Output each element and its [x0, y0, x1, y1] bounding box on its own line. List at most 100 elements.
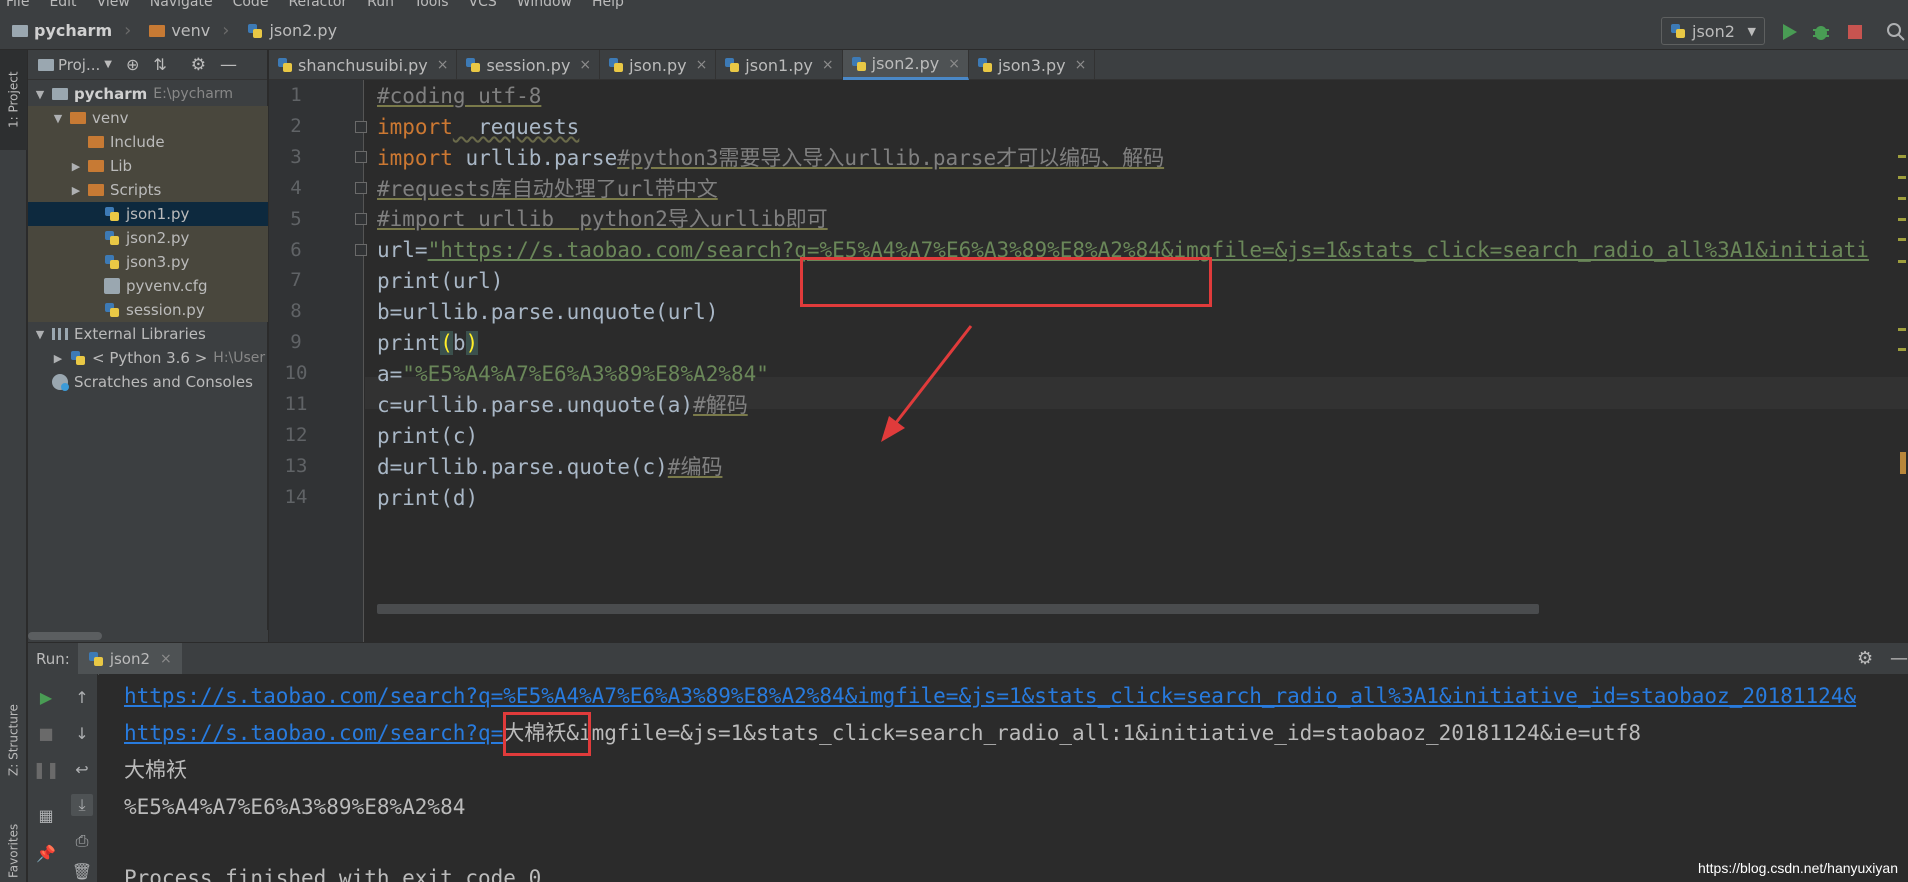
fold-marker-icon[interactable] [355, 213, 367, 225]
search-everywhere-button[interactable] [1886, 22, 1906, 42]
close-icon[interactable]: × [1075, 57, 1087, 73]
tree-item-json3[interactable]: json3.py [28, 250, 268, 274]
code-text: c=urllib.parse.unquote(a) [377, 393, 694, 417]
navigation-bar: pycharm › venv › json2.py json2 ▼ [0, 12, 1908, 50]
scroll-end-icon: ⤓ [78, 795, 86, 814]
editor-tab[interactable]: json.py × [600, 50, 717, 80]
stop-button[interactable] [1845, 22, 1865, 42]
tree-item-pyvenv[interactable]: pyvenv.cfg [28, 274, 268, 298]
wrap-icon: ↩ [75, 759, 89, 779]
run-configuration-select[interactable]: json2 ▼ [1661, 17, 1765, 45]
editor-tab[interactable]: json3.py × [969, 50, 1096, 80]
menu-item-navigate[interactable]: Navigate [150, 0, 213, 12]
layout-icon: ▦ [38, 805, 54, 825]
menu-item-tools[interactable]: Tools [414, 0, 449, 12]
breadcrumb-file[interactable]: json2.py [235, 21, 343, 40]
menu-item-refactor[interactable]: Refactor [288, 0, 347, 12]
tree-item-python-sdk[interactable]: ▶ < Python 3.6 > H:\User [28, 346, 268, 370]
tree-item-venv[interactable]: ▼ venv [28, 106, 268, 130]
gear-icon[interactable]: ⚙ [191, 55, 206, 75]
run-tab-json2[interactable]: json2 × [77, 642, 182, 675]
tree-item-external-libraries[interactable]: ▼ External Libraries [28, 322, 268, 346]
tool-tab-structure[interactable]: Z: Structure [0, 690, 27, 790]
fold-marker-icon[interactable] [355, 151, 367, 163]
console-line-2: https://s.taobao.com/search?q=大棉袄&imgfil… [124, 715, 1641, 751]
line-number: 8 [290, 300, 302, 323]
close-icon[interactable]: × [437, 57, 449, 73]
hide-icon[interactable]: — [1890, 648, 1908, 669]
editor-tab[interactable]: shanchusuibi.py × [269, 50, 458, 80]
project-panel: Proj... ▼ ⊕ ⇅ ⚙ — ▼ pycharm E:\pycharm ▼… [28, 50, 268, 642]
tree-item-label: Lib [110, 157, 133, 175]
expanded-arrow-icon: ▼ [35, 327, 45, 341]
fold-marker-icon[interactable] [355, 244, 367, 256]
pause-button[interactable]: ❚❚ [33, 758, 60, 780]
arrow-up-icon: ↑ [75, 687, 89, 707]
string-literal: "%E5%A4%A7%E6%A3%89%E8%A2%84" [402, 362, 769, 386]
collapse-all-icon[interactable]: ⇅ [153, 55, 166, 74]
editor-tab[interactable]: json2.py × [842, 50, 969, 80]
stop-button[interactable]: ■ [35, 722, 57, 744]
tree-item-scripts[interactable]: ▶ Scripts [28, 178, 268, 202]
code-line-4: #requests库自动处理了url带中文 [377, 173, 718, 205]
gear-icon[interactable]: ⚙ [1857, 648, 1873, 669]
menu-item-run[interactable]: Run [367, 0, 394, 12]
menu-item-edit[interactable]: Edit [49, 0, 76, 12]
menu-item-vcs[interactable]: VCS [469, 0, 497, 12]
close-icon[interactable]: × [822, 57, 834, 73]
print-button[interactable]: ⎙ [71, 830, 93, 852]
run-button[interactable] [1779, 22, 1799, 42]
pin-button[interactable]: 📌 [35, 842, 57, 864]
rerun-button[interactable]: ▶ [35, 686, 57, 708]
tool-tab-favorites[interactable]: Favorites [0, 820, 27, 882]
keyword: import [377, 146, 453, 170]
scroll-up-button[interactable]: ↑ [71, 686, 93, 708]
annotation-highlight-box [800, 257, 1212, 307]
breadcrumb-folder[interactable]: venv › [137, 20, 235, 41]
project-horizontal-scrollbar[interactable] [28, 630, 268, 642]
layout-button[interactable]: ▦ [35, 804, 57, 826]
tree-item-scratches[interactable]: Scratches and Consoles [28, 370, 268, 394]
menu-item-help[interactable]: Help [592, 0, 624, 12]
tree-item-json1[interactable]: json1.py [28, 202, 268, 226]
hide-icon[interactable]: — [220, 55, 237, 75]
close-icon[interactable]: × [160, 651, 172, 667]
arrow-down-icon: ↓ [75, 723, 89, 743]
tree-item-json2[interactable]: json2.py [28, 226, 268, 250]
project-view-select[interactable]: Proj... ▼ [38, 56, 112, 74]
close-icon[interactable]: × [948, 56, 960, 72]
tree-item-include[interactable]: Include [28, 130, 268, 154]
editor-tab[interactable]: json1.py × [716, 50, 843, 80]
python-file-icon [851, 56, 867, 72]
tree-item-label: Include [110, 133, 165, 151]
close-icon[interactable]: × [579, 57, 591, 73]
menu-item-code[interactable]: Code [233, 0, 269, 12]
tree-item-lib[interactable]: ▶ Lib [28, 154, 268, 178]
tool-tab-project[interactable]: 1: Project [0, 50, 27, 150]
print-icon: ⎙ [75, 831, 89, 850]
console-link[interactable]: https://s.taobao.com/search?q= [124, 721, 503, 745]
scroll-to-end-button[interactable]: ⤓ [71, 794, 93, 816]
editor-tab[interactable]: session.py × [457, 50, 601, 80]
menu-item-file[interactable]: File [6, 0, 29, 12]
code-editor[interactable]: 1 2 3 4 5 6 7 8 9 10 11 12 13 14 #coding utf-8 import… [269, 80, 1908, 642]
code-line-14: print(d) [377, 482, 478, 514]
close-icon[interactable]: × [696, 57, 708, 73]
scroll-down-button[interactable]: ↓ [71, 722, 93, 744]
clear-button[interactable]: 🗑 [71, 860, 93, 882]
menu-item-window[interactable]: Window [517, 0, 572, 12]
console-link[interactable]: https://s.taobao.com/search?q=%E5%A4%A7%… [124, 684, 1856, 708]
fold-marker-icon[interactable] [355, 121, 367, 133]
soft-wrap-button[interactable]: ↩ [71, 758, 93, 780]
fold-marker-icon[interactable] [355, 182, 367, 194]
run-toolbar: ▶ ↑ ■ ↓ ❚❚ ↩ ⤓ ▦ ⎙ 📌 🗑 [28, 674, 98, 882]
breadcrumb-project[interactable]: pycharm › [0, 20, 137, 41]
editor-horizontal-scrollbar[interactable] [377, 604, 1539, 614]
menu-item-view[interactable]: View [97, 0, 130, 12]
debug-button[interactable] [1811, 22, 1831, 42]
tree-item-session[interactable]: session.py [28, 298, 268, 322]
console-line-5: Process finished with exit code 0 [124, 860, 541, 882]
tree-item-root[interactable]: ▼ pycharm E:\pycharm [28, 82, 268, 106]
locate-icon[interactable]: ⊕ [126, 55, 139, 74]
run-console[interactable]: https://s.taobao.com/search?q= %E5%A4%A7%… [99, 674, 1908, 882]
